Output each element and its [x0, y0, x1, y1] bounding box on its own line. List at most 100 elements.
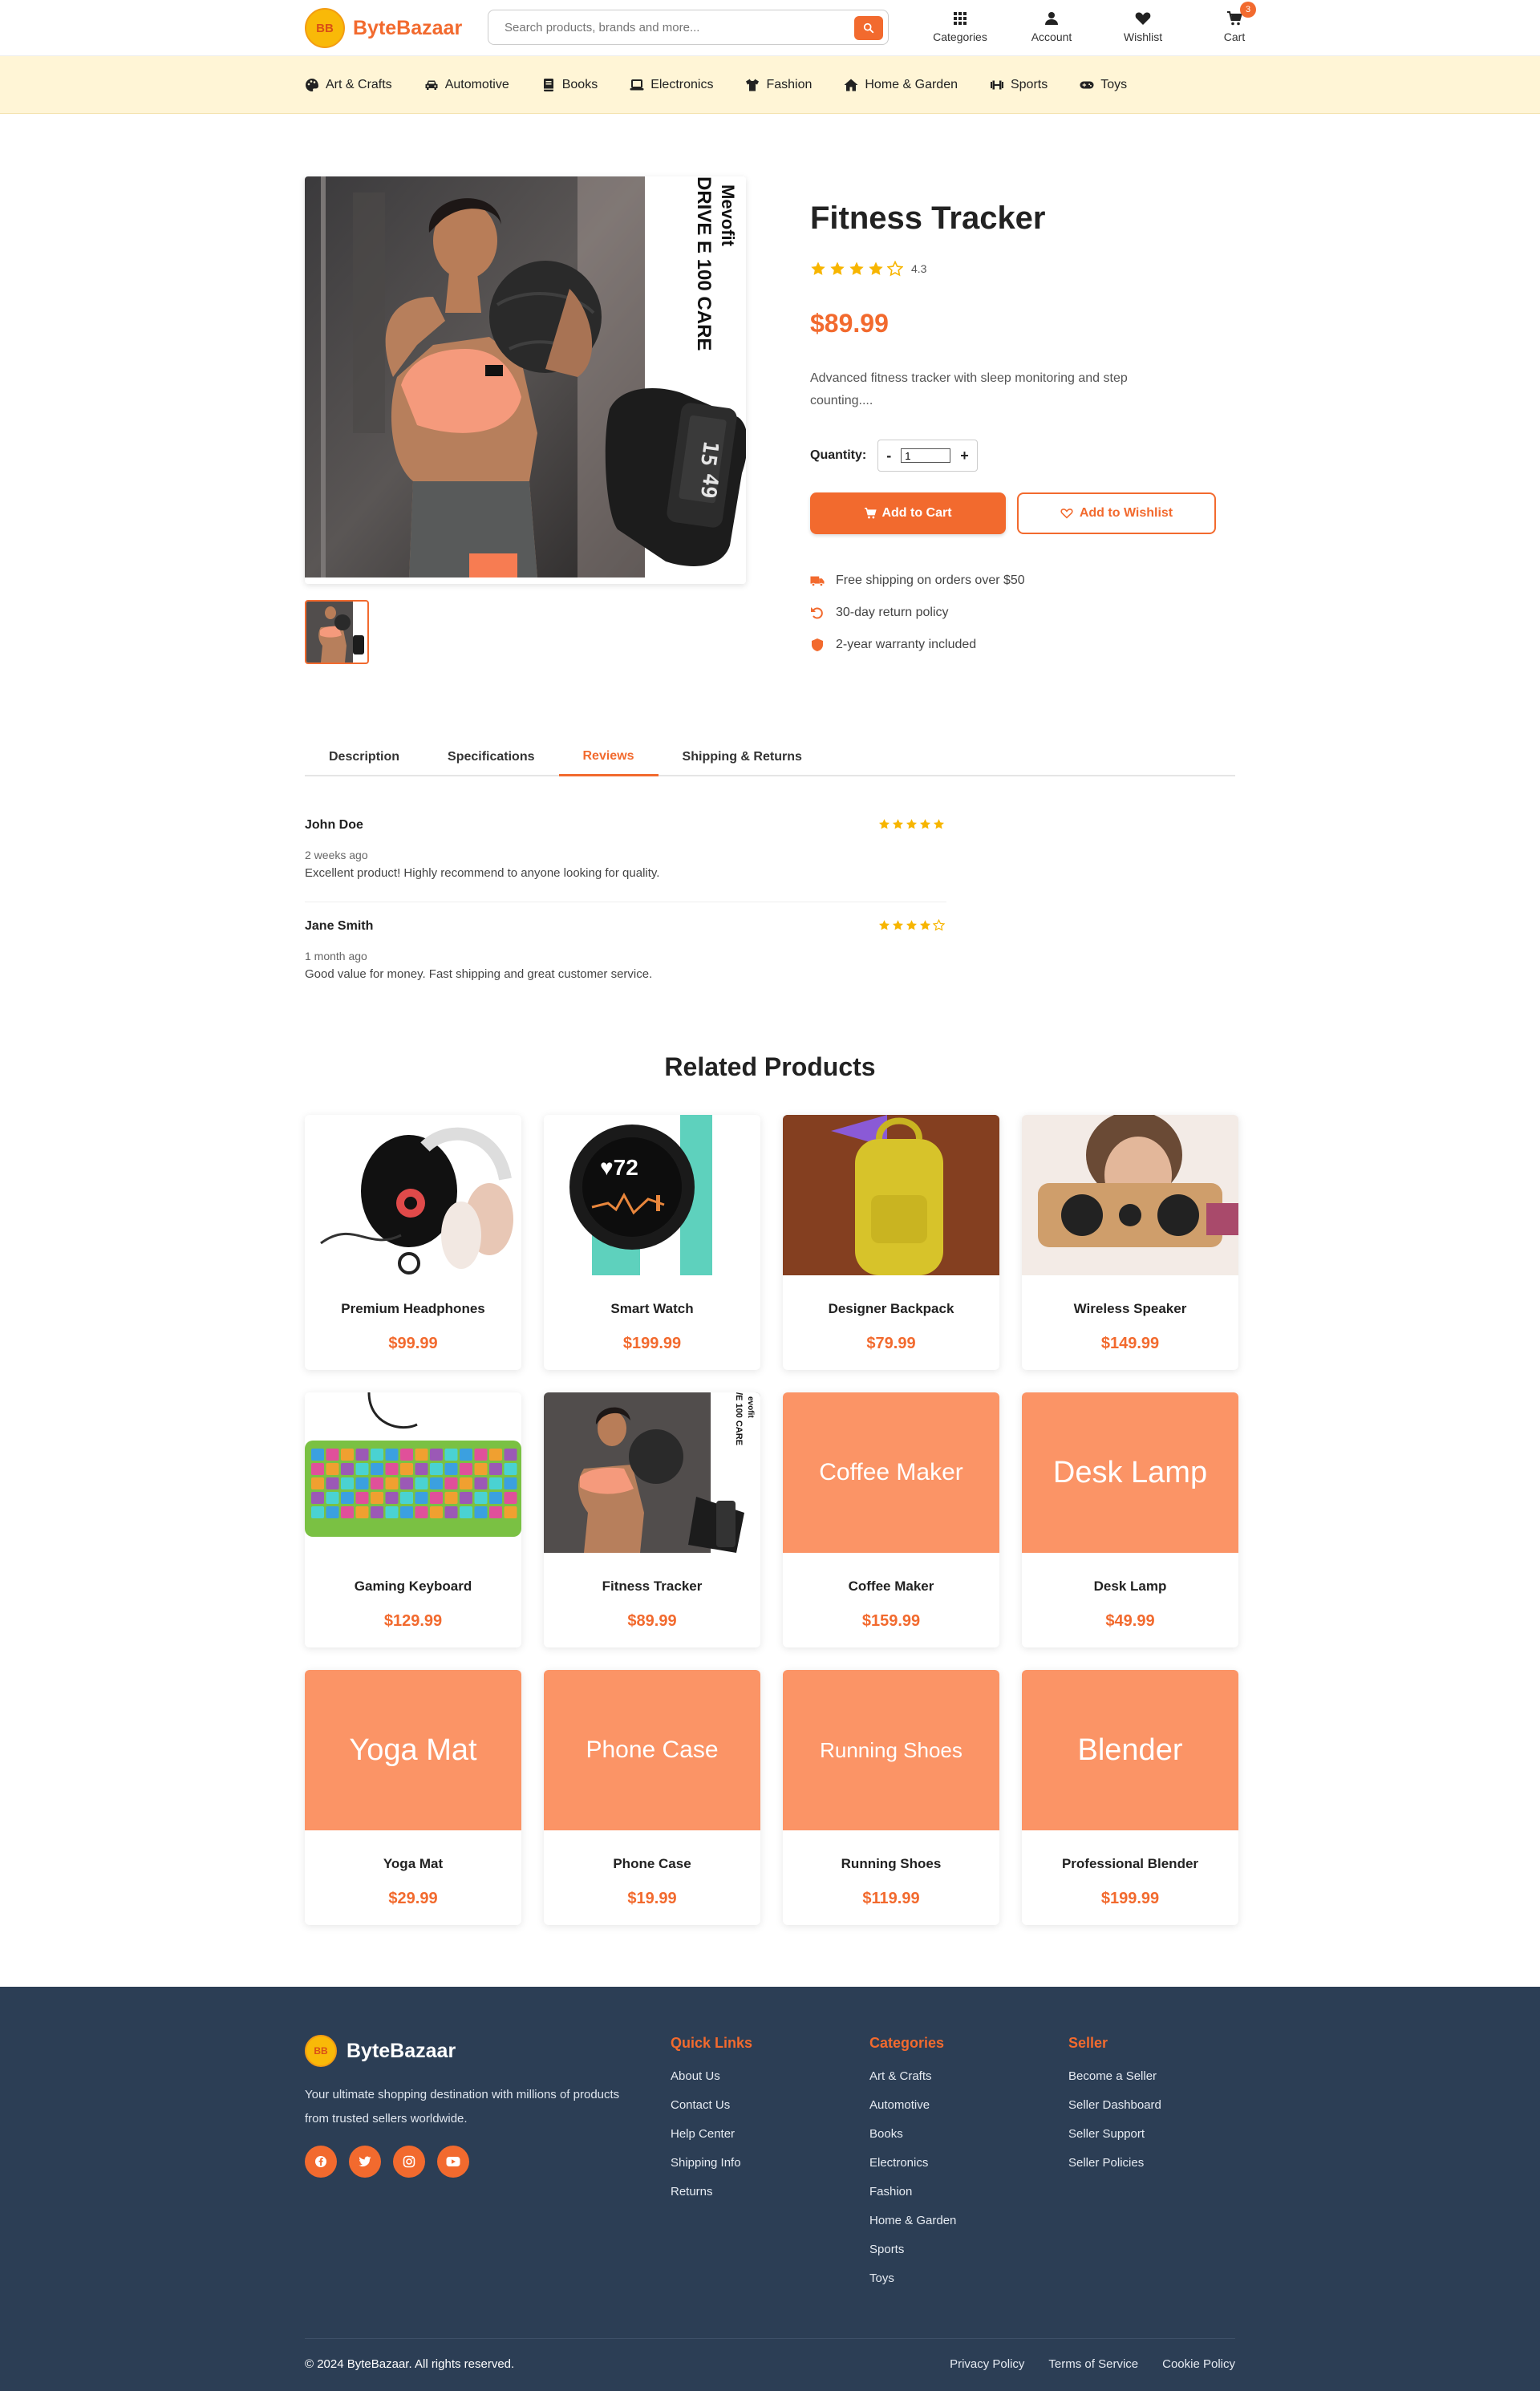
youtube-link[interactable] [437, 2146, 469, 2178]
fitness-image: evofit/E 100 CARE [544, 1392, 760, 1553]
product-main-image[interactable]: Mevofit DRIVE E 100 CARE 15 49 [305, 176, 746, 584]
privacy-policy-link[interactable]: Privacy Policy [950, 2357, 1024, 2371]
footer-link-electronics[interactable]: Electronics [869, 2156, 956, 2185]
keyboard-image [305, 1392, 521, 1553]
search-icon [863, 22, 874, 34]
header-cart[interactable]: Cart 3 [1189, 2, 1280, 43]
image-model-text: DRIVE E 100 CARE [693, 176, 715, 351]
footer-link-about-us[interactable]: About Us [671, 2069, 752, 2098]
product-card-name: Fitness Tracker [602, 1578, 703, 1594]
instagram-link[interactable] [393, 2146, 425, 2178]
product-card[interactable]: Yoga Mat Yoga Mat $29.99 [305, 1670, 521, 1925]
heart-outline-icon [1060, 509, 1073, 519]
quantity-decrease-button[interactable]: - [886, 448, 891, 464]
brand-logo[interactable]: BB ByteBazaar [305, 8, 462, 48]
category-home-garden[interactable]: Home & Garden [844, 78, 958, 92]
quantity-input[interactable] [901, 448, 951, 463]
product-card-price: $129.99 [383, 1612, 443, 1630]
product-tabs: Description Specifications Reviews Shipp… [305, 738, 1235, 776]
add-to-wishlist-button[interactable]: Add to Wishlist [1017, 492, 1216, 534]
placeholder-image-text: Running Shoes [820, 1737, 962, 1762]
footer-logo[interactable]: BB ByteBazaar [305, 2035, 456, 2067]
product-card-image: Blender [1022, 1670, 1238, 1830]
add-to-cart-button[interactable]: Add to Cart [810, 492, 1006, 534]
tab-shipping-returns[interactable]: Shipping & Returns [659, 738, 826, 776]
feature-return-policy: 30-day return policy [810, 597, 1025, 629]
product-card[interactable]: Running Shoes Running Shoes $119.99 [783, 1670, 999, 1925]
tab-specifications[interactable]: Specifications [424, 738, 558, 776]
category-art-crafts[interactable]: Art & Crafts [305, 78, 392, 92]
header-categories[interactable]: Categories [914, 6, 1006, 43]
category-label: Electronics [650, 78, 714, 91]
product-card-name: Wireless Speaker [1073, 1301, 1187, 1316]
search-button[interactable] [854, 16, 883, 40]
product-card-image [1022, 1115, 1238, 1275]
category-fashion[interactable]: Fashion [745, 78, 812, 92]
header-wishlist[interactable]: Wishlist [1097, 6, 1189, 43]
category-toys[interactable]: Toys [1080, 78, 1127, 92]
product-card[interactable]: Premium Headphones $99.99 [305, 1115, 521, 1370]
facebook-link[interactable] [305, 2146, 337, 2178]
category-books[interactable]: Books [541, 78, 598, 92]
category-label: Automotive [444, 78, 509, 91]
headphones-image [305, 1115, 521, 1275]
product-card[interactable]: Coffee Maker Coffee Maker $159.99 [783, 1392, 999, 1647]
product-title: Fitness Tracker [810, 201, 1046, 236]
product-card[interactable]: Designer Backpack $79.99 [783, 1115, 999, 1370]
footer-link-returns[interactable]: Returns [671, 2185, 752, 2214]
placeholder-image-text: Coffee Maker [819, 1459, 963, 1485]
feature-text: Free shipping on orders over $50 [836, 573, 1025, 587]
tab-reviews[interactable]: Reviews [558, 738, 659, 776]
product-description: Advanced fitness tracker with sleep moni… [810, 371, 1128, 407]
category-electronics[interactable]: Electronics [630, 78, 713, 92]
svg-text:♥72: ♥72 [600, 1155, 638, 1180]
footer-link-contact-us[interactable]: Contact Us [671, 2098, 752, 2127]
product-card[interactable]: Gaming Keyboard $129.99 [305, 1392, 521, 1647]
footer-link-fashion[interactable]: Fashion [869, 2185, 956, 2214]
add-to-cart-label: Add to Cart [881, 506, 952, 520]
footer-link-seller-support[interactable]: Seller Support [1068, 2127, 1161, 2156]
review-item: John Doe 2 weeks ago Excellent product! … [305, 818, 946, 880]
product-card-price: $199.99 [622, 1335, 682, 1352]
footer-link-toys[interactable]: Toys [869, 2271, 956, 2300]
product-card[interactable]: Phone Case Phone Case $19.99 [544, 1670, 760, 1925]
footer-link-shipping-info[interactable]: Shipping Info [671, 2156, 752, 2185]
footer-link-help-center[interactable]: Help Center [671, 2127, 752, 2156]
footer-link-sports[interactable]: Sports [869, 2243, 956, 2271]
footer-link-art-crafts[interactable]: Art & Crafts [869, 2069, 956, 2098]
footer-link-seller-dashboard[interactable]: Seller Dashboard [1068, 2098, 1161, 2127]
star-filled-icon [830, 261, 845, 275]
product-card[interactable]: Blender Professional Blender $199.99 [1022, 1670, 1238, 1925]
home-icon [844, 79, 858, 91]
product-card[interactable]: evofit/E 100 CARE Fitness Tracker $89.99 [544, 1392, 760, 1647]
header-account[interactable]: Account [1006, 6, 1097, 43]
product-features: Free shipping on orders over $50 30-day … [810, 565, 1025, 661]
footer-link-home-garden[interactable]: Home & Garden [869, 2214, 956, 2243]
twitter-link[interactable] [349, 2146, 381, 2178]
footer-link-seller-policies[interactable]: Seller Policies [1068, 2156, 1161, 2185]
terms-of-service-link[interactable]: Terms of Service [1048, 2357, 1138, 2371]
product-card-name: Desk Lamp [1093, 1578, 1167, 1594]
category-automotive[interactable]: Automotive [424, 78, 509, 92]
product-card[interactable]: Wireless Speaker $149.99 [1022, 1115, 1238, 1370]
footer-link-books[interactable]: Books [869, 2127, 956, 2156]
logo-mark: BB [305, 8, 345, 48]
star-filled-icon [892, 920, 904, 930]
quantity-increase-button[interactable]: + [960, 448, 969, 464]
star-empty-icon [887, 261, 903, 277]
cookie-policy-link[interactable]: Cookie Policy [1162, 2357, 1235, 2371]
search-input[interactable] [505, 20, 825, 34]
star-empty-icon [933, 919, 945, 931]
category-sports[interactable]: Sports [990, 78, 1048, 92]
product-card-price: $89.99 [627, 1612, 677, 1630]
product-card-price: $29.99 [388, 1890, 438, 1907]
product-card-name: Premium Headphones [341, 1301, 485, 1316]
product-thumbnail[interactable] [305, 600, 369, 664]
product-card[interactable]: ♥72 Smart Watch $199.99 [544, 1115, 760, 1370]
footer-link-automotive[interactable]: Automotive [869, 2098, 956, 2127]
footer-link-become-seller[interactable]: Become a Seller [1068, 2069, 1161, 2098]
product-card[interactable]: Desk Lamp Desk Lamp $49.99 [1022, 1392, 1238, 1647]
tab-description[interactable]: Description [305, 738, 424, 776]
product-card-name: Yoga Mat [383, 1856, 444, 1871]
shield-icon [812, 638, 823, 651]
